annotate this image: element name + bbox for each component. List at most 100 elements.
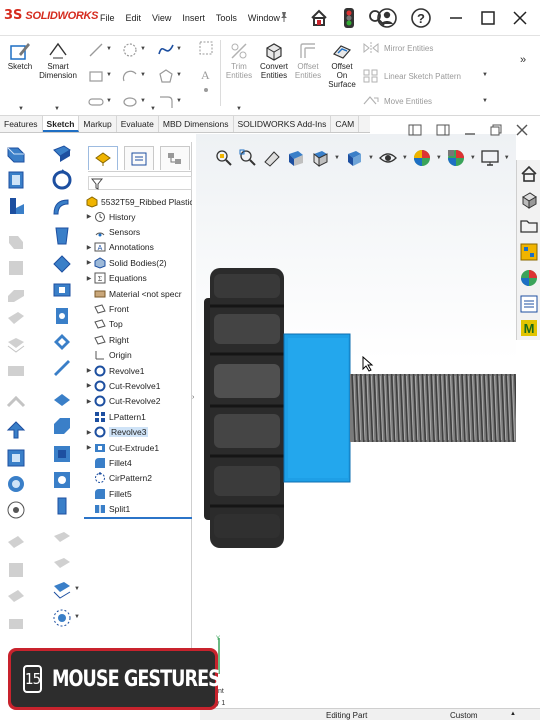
boundary-cut-icon[interactable] [50, 414, 74, 438]
rectangle-dropdown-icon[interactable]: ▼ [106, 72, 112, 78]
tab-evaluate[interactable]: Evaluate [117, 116, 159, 132]
edge-flange-icon[interactable] [4, 194, 28, 218]
mirror-entities-button[interactable]: Mirror Entities [362, 41, 433, 55]
mastercam-icon[interactable]: M [519, 318, 539, 338]
dimension-dropdown-icon[interactable]: ▼ [54, 106, 60, 112]
trim-entities-button[interactable]: Trim Entities [222, 40, 256, 80]
closed-corner-icon[interactable] [4, 472, 28, 496]
tab-markup[interactable]: Markup [79, 116, 117, 132]
expand-arrow-icon[interactable]: ▶ [84, 213, 94, 220]
menu-edit[interactable]: Edit [126, 13, 142, 23]
sketched-bend-icon[interactable] [4, 308, 28, 332]
swept-cut-icon[interactable] [50, 356, 74, 380]
arc-dropdown-icon[interactable]: ▼ [140, 72, 146, 78]
custom-properties-icon[interactable] [519, 294, 539, 314]
tree-part-root[interactable]: 5532T59_Ribbed Plastic ( [84, 194, 192, 209]
tree-item-equations[interactable]: ▶ Σ Equations [84, 271, 192, 286]
selected-revolve-feature[interactable] [283, 333, 351, 483]
home-icon[interactable] [308, 7, 330, 29]
cross-break-icon[interactable] [4, 334, 28, 358]
tools-dropdown-icon[interactable]: ▼ [236, 106, 242, 112]
menu-tools[interactable]: Tools [216, 13, 237, 23]
jog-icon[interactable] [4, 282, 28, 306]
zoom-to-area-icon[interactable] [238, 148, 258, 168]
loft-icon[interactable] [50, 224, 74, 248]
point-icon[interactable] [198, 82, 214, 98]
tab-sketch[interactable]: Sketch [42, 116, 80, 132]
units-dropdown-icon[interactable]: ▲ [510, 711, 516, 717]
circle-dropdown-icon[interactable]: ▼ [140, 46, 146, 52]
view-settings-icon[interactable] [480, 148, 500, 168]
extruded-cut-icon[interactable] [50, 278, 74, 302]
collapse-panel-icon[interactable]: › [192, 394, 194, 401]
scene-dropdown-icon[interactable]: ▼ [470, 155, 476, 161]
tree-item-sensors[interactable]: Sensors [84, 224, 192, 239]
menu-insert[interactable]: Insert [182, 13, 205, 23]
3d-content-central-icon[interactable] [519, 190, 539, 210]
more-commands-icon[interactable]: » [520, 54, 526, 66]
section-view-icon[interactable] [286, 148, 306, 168]
featuremanager-tree-tab[interactable] [88, 146, 118, 170]
text-icon[interactable]: A [198, 66, 214, 82]
move-dropdown-icon[interactable]: ▼ [482, 98, 488, 104]
hide-show-items-icon[interactable] [378, 148, 398, 168]
sketch-button[interactable]: Sketch [6, 40, 34, 71]
spline-dropdown-icon[interactable]: ▼ [176, 46, 182, 52]
display-style-dropdown-icon[interactable]: ▼ [368, 155, 374, 161]
graphics-area[interactable]: ▼ ▼ ▼ ▼ ▼ ▼ Y [196, 124, 528, 700]
appearances-icon[interactable] [519, 268, 539, 288]
rip-icon[interactable] [4, 558, 28, 582]
tree-item-split1[interactable]: Split1 [84, 502, 192, 517]
tree-item-lpattern1[interactable]: LPattern1 [84, 409, 192, 424]
boundary-icon[interactable] [50, 252, 74, 276]
forming-tool-icon[interactable] [4, 586, 28, 610]
sheet-metal-icon[interactable] [4, 142, 28, 166]
propertymanager-tab[interactable] [124, 146, 154, 170]
tree-item-history[interactable]: ▶ History [84, 209, 192, 224]
expand-arrow-icon[interactable]: ▶ [84, 444, 94, 451]
tree-item-revolve1[interactable]: ▶ Revolve1 [84, 363, 192, 378]
expand-arrow-icon[interactable]: ▶ [84, 398, 94, 405]
tile-document-icon[interactable] [436, 124, 450, 139]
move-entities-button[interactable]: Move Entities [362, 94, 432, 108]
sketch-dropdown-icon[interactable]: ▼ [18, 106, 24, 112]
tab-mbd-dimensions[interactable]: MBD Dimensions [159, 116, 234, 132]
tab-features[interactable]: Features [0, 116, 43, 132]
expand-arrow-icon[interactable]: ▶ [84, 259, 94, 266]
rollback-bar[interactable] [84, 517, 192, 519]
tree-item-cut-revolve2[interactable]: ▶ Cut-Revolve2 [84, 394, 192, 409]
display-style-icon[interactable] [344, 148, 364, 168]
spline-icon[interactable] [158, 42, 174, 58]
apply-scene-icon[interactable] [446, 148, 466, 168]
file-explorer-icon[interactable] [519, 216, 539, 236]
fillet-sketch-dropdown-icon[interactable]: ▼ [176, 98, 182, 104]
miter-flange-icon[interactable] [4, 230, 28, 254]
line-dropdown-icon[interactable]: ▼ [106, 46, 112, 52]
ellipse-dropdown-icon[interactable]: ▼ [140, 98, 146, 104]
fillet-sketch-icon[interactable] [158, 94, 174, 110]
expand-arrow-icon[interactable]: ▶ [84, 367, 94, 374]
menu-window[interactable]: Window [248, 13, 280, 23]
solidworks-logo[interactable]: 3S SOLIDWORKS [4, 8, 99, 23]
expand-arrow-icon[interactable]: ▶ [84, 275, 94, 282]
menu-file[interactable]: File [100, 13, 115, 23]
tree-item-material-not-specr[interactable]: Material <not specr [84, 286, 192, 301]
tree-item-fillet5[interactable]: Fillet5 [84, 486, 192, 501]
curves-dropdown-icon[interactable]: ▼ [74, 614, 80, 620]
insert-bends-icon[interactable] [4, 532, 28, 556]
tab-cam[interactable]: CAM [331, 116, 360, 132]
tree-item-cut-extrude1[interactable]: ▶ Cut-Extrude1 [84, 440, 192, 455]
reference-dropdown-icon[interactable]: ▼ [74, 586, 80, 592]
tree-item-origin[interactable]: Origin [84, 348, 192, 363]
draft-icon[interactable] [50, 528, 74, 552]
sweep-icon[interactable] [50, 194, 74, 218]
convert-entities-button[interactable]: Convert Entities [256, 40, 292, 80]
hem-icon[interactable] [4, 256, 28, 280]
zoom-to-fit-icon[interactable] [214, 148, 234, 168]
part-model[interactable] [196, 234, 516, 564]
previous-view-icon[interactable] [262, 148, 282, 168]
expand-arrow-icon[interactable]: ▶ [84, 244, 94, 251]
tree-item-front[interactable]: Front [84, 301, 192, 316]
tree-item-annotations[interactable]: ▶ A Annotations [84, 240, 192, 255]
linear-sketch-pattern-button[interactable]: Linear Sketch Pattern [362, 68, 461, 84]
